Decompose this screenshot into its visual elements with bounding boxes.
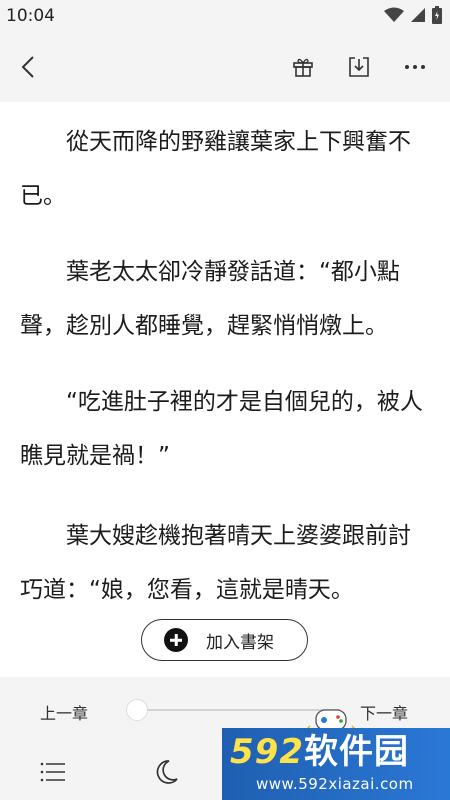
watermark-url: www.592xiazai.com	[256, 775, 414, 793]
paragraph: 葉大嫂趁機抱著晴天上婆婆跟前討巧道：“娘，您看，這就是晴天。	[20, 523, 411, 603]
moon-icon	[156, 760, 178, 784]
paragraph: “吃進肚子裡的才是自個兒的，被人瞧見就是禍！”	[20, 389, 423, 469]
paragraph: 從天而降的野雞讓葉家上下興奮不已。	[20, 129, 411, 209]
signal-icon	[410, 7, 426, 27]
wifi-icon	[384, 7, 404, 27]
night-mode-button[interactable]	[152, 757, 182, 787]
watermark-title: 592软件园	[230, 732, 409, 772]
download-icon	[349, 57, 369, 77]
watermark-number: 592	[230, 732, 304, 772]
chapter-progress-thumb[interactable]	[126, 699, 148, 721]
reader-screen: 10:04 從天而降的野雞讓葉家上下興奮不已。 葉老太太卻冷靜發話道：“都小點聲…	[0, 0, 450, 800]
prev-chapter-button[interactable]: 上一章	[40, 700, 88, 724]
watermark-cn: 软件园	[303, 732, 409, 772]
site-watermark: 592软件园 www.592xiazai.com	[222, 728, 450, 800]
more-button[interactable]	[400, 52, 430, 82]
status-bar: 10:04	[0, 0, 450, 32]
top-toolbar	[0, 32, 450, 102]
add-to-shelf-button[interactable]: 加入書架	[141, 619, 308, 661]
download-button[interactable]	[344, 52, 374, 82]
more-icon	[405, 65, 425, 69]
plus-circle-icon	[164, 628, 188, 652]
battery-icon	[432, 6, 442, 28]
status-icons	[384, 6, 442, 28]
table-of-contents-button[interactable]	[38, 757, 68, 787]
next-chapter-button[interactable]: 下一章	[360, 700, 408, 724]
gift-button[interactable]	[288, 52, 318, 82]
gift-icon	[293, 58, 313, 77]
reading-content[interactable]: 從天而降的野雞讓葉家上下興奮不已。 葉老太太卻冷靜發話道：“都小點聲，趁別人都睡…	[0, 102, 450, 677]
chevron-left-icon	[21, 56, 34, 78]
status-time: 10:04	[6, 6, 55, 26]
add-to-shelf-label: 加入書架	[206, 632, 274, 653]
paragraph: 葉老太太卻冷靜發話道：“都小點聲，趁別人都睡覺，趕緊悄悄燉上。	[20, 259, 400, 339]
menu-list-icon	[40, 762, 65, 782]
back-button[interactable]	[14, 52, 44, 82]
